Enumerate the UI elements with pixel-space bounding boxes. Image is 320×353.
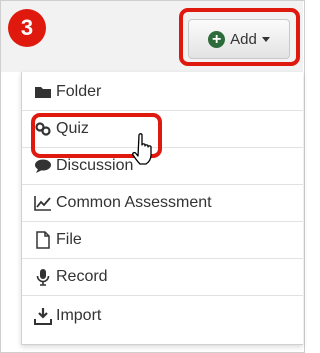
menu-item-label: Import	[56, 307, 102, 324]
microphone-icon	[36, 269, 50, 286]
add-button-highlight	[179, 8, 300, 66]
menu-item-label: Discussion	[56, 157, 134, 174]
step-badge: 3	[8, 9, 46, 47]
menu-item-folder[interactable]: Folder	[22, 74, 303, 110]
menu-item-common-assessment[interactable]: Common Assessment	[22, 185, 303, 221]
menu-item-label: File	[56, 231, 82, 248]
menu-item-file[interactable]: File	[22, 222, 303, 258]
menu-item-label: Record	[56, 268, 108, 285]
hand-cursor-icon	[132, 133, 152, 165]
line-chart-icon	[34, 196, 51, 211]
file-icon	[36, 231, 50, 249]
folder-icon	[35, 87, 51, 98]
download-icon	[34, 308, 52, 325]
menu-item-import[interactable]: Import	[22, 298, 303, 334]
menu-item-label: Folder	[56, 83, 102, 100]
divider	[22, 295, 303, 296]
menu-item-label: Common Assessment	[56, 194, 212, 211]
discussion-icon	[35, 159, 51, 173]
menu-item-record[interactable]: Record	[22, 259, 303, 295]
